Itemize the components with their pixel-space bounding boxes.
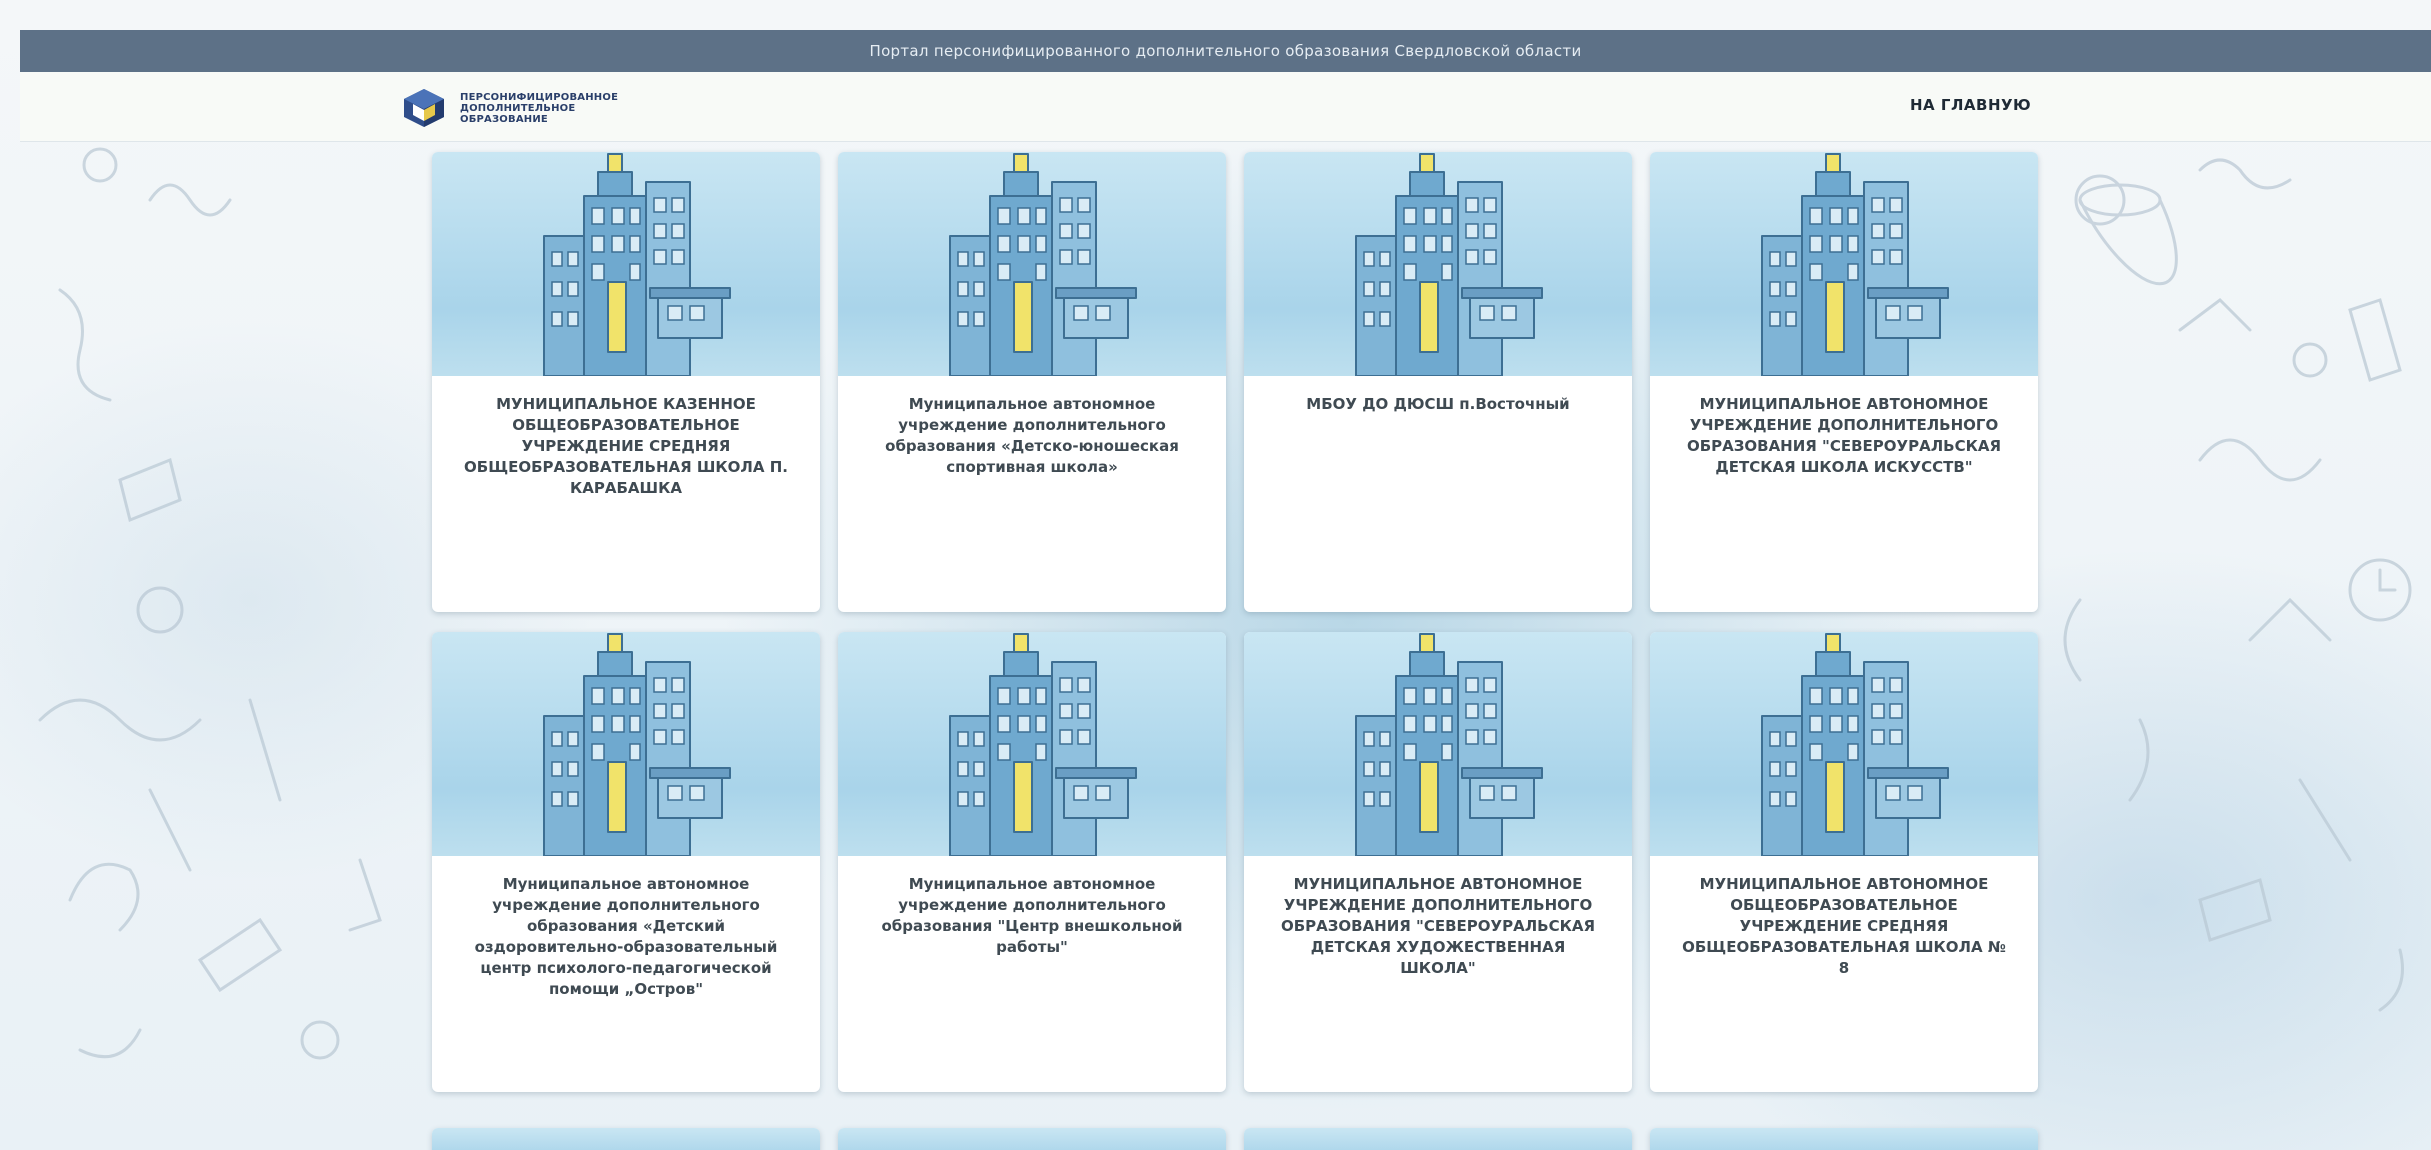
organization-title: Муниципальное автономное учреждение допо… xyxy=(881,875,1183,956)
building-illustration xyxy=(1244,1128,1632,1150)
organization-card[interactable]: Муниципальное автономное учреждение допо… xyxy=(432,632,820,1092)
organization-grid: МУНИЦИПАЛЬНОЕ КАЗЕННОЕ ОБЩЕОБРАЗОВАТЕЛЬН… xyxy=(432,152,2038,1092)
organization-title: МУНИЦИПАЛЬНОЕ АВТОНОМНОЕ УЧРЕЖДЕНИЕ ДОПО… xyxy=(1686,395,2002,476)
organization-card[interactable] xyxy=(1650,1128,2038,1150)
top-banner-title: Портал персонифицированного дополнительн… xyxy=(869,42,1582,60)
organization-card[interactable]: МУНИЦИПАЛЬНОЕ АВТОНОМНОЕ УЧРЕЖДЕНИЕ ДОПО… xyxy=(1650,152,2038,612)
top-banner: Портал персонифицированного дополнительн… xyxy=(20,30,2431,72)
building-illustration xyxy=(838,152,1226,376)
logo-text: Персонифицированное дополнительное образ… xyxy=(460,91,619,125)
organization-title: МУНИЦИПАЛЬНОЕ КАЗЕННОЕ ОБЩЕОБРАЗОВАТЕЛЬН… xyxy=(464,395,788,497)
organization-card[interactable]: МУНИЦИПАЛЬНОЕ АВТОНОМНОЕ ОБЩЕОБРАЗОВАТЕЛ… xyxy=(1650,632,2038,1092)
building-illustration xyxy=(432,1128,820,1150)
cube-logo-icon xyxy=(404,89,444,127)
site-header: Персонифицированное дополнительное образ… xyxy=(20,72,2431,142)
building-illustration xyxy=(432,152,820,376)
organization-title: Муниципальное автономное учреждение допо… xyxy=(885,395,1179,476)
organization-card[interactable]: МУНИЦИПАЛЬНОЕ КАЗЕННОЕ ОБЩЕОБРАЗОВАТЕЛЬН… xyxy=(432,152,820,612)
organization-card[interactable] xyxy=(838,1128,1226,1150)
logo[interactable]: Персонифицированное дополнительное образ… xyxy=(400,86,650,130)
nav-home-link[interactable]: НА ГЛАВНУЮ xyxy=(1910,96,2031,114)
organization-card[interactable]: МУНИЦИПАЛЬНОЕ АВТОНОМНОЕ УЧРЕЖДЕНИЕ ДОПО… xyxy=(1244,632,1632,1092)
organization-title: Муниципальное автономное учреждение допо… xyxy=(474,875,778,998)
organization-card[interactable] xyxy=(1244,1128,1632,1150)
organization-card[interactable]: МБОУ ДО ДЮСШ п.Восточный xyxy=(1244,152,1632,612)
organization-card[interactable]: Муниципальное автономное учреждение допо… xyxy=(838,632,1226,1092)
building-illustration xyxy=(838,632,1226,856)
building-illustration xyxy=(1650,632,2038,856)
organization-title: МБОУ ДО ДЮСШ п.Восточный xyxy=(1306,395,1570,413)
organization-title: МУНИЦИПАЛЬНОЕ АВТОНОМНОЕ УЧРЕЖДЕНИЕ ДОПО… xyxy=(1280,875,1596,977)
building-illustration xyxy=(838,1128,1226,1150)
building-illustration xyxy=(1244,152,1632,376)
organization-grid-next-row xyxy=(432,1128,2038,1150)
building-illustration xyxy=(1650,1128,2038,1150)
organization-card[interactable]: Муниципальное автономное учреждение допо… xyxy=(838,152,1226,612)
building-illustration xyxy=(1650,152,2038,376)
organization-title: МУНИЦИПАЛЬНОЕ АВТОНОМНОЕ ОБЩЕОБРАЗОВАТЕЛ… xyxy=(1682,875,2006,977)
building-illustration xyxy=(1244,632,1632,856)
organization-card[interactable] xyxy=(432,1128,820,1150)
building-illustration xyxy=(432,632,820,856)
